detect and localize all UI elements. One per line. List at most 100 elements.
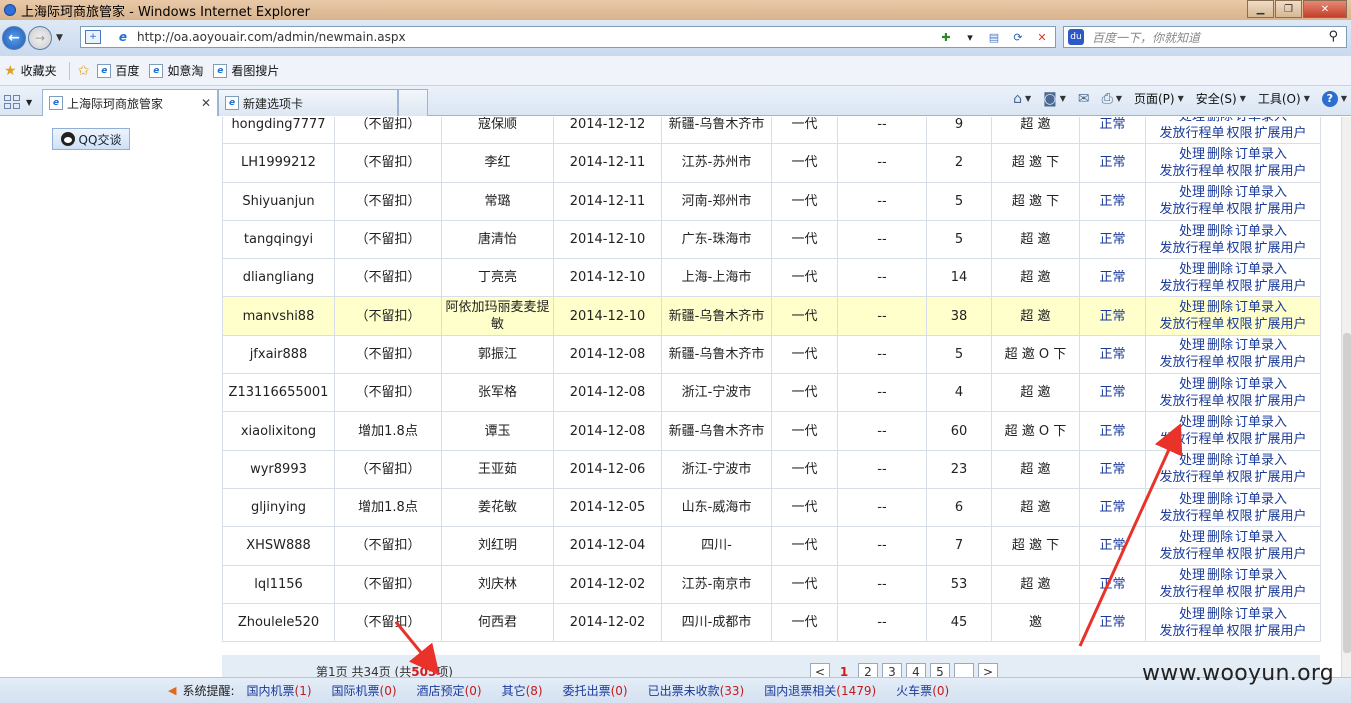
delete-link[interactable]: 删除 xyxy=(1207,492,1233,507)
order-entry-link[interactable]: 订单录入 xyxy=(1235,185,1287,200)
close-tab-icon[interactable]: ✕ xyxy=(201,96,211,110)
tab-list-dropdown-icon[interactable]: ▼ xyxy=(26,98,32,107)
tab-new[interactable]: e 新建选项卡 xyxy=(218,89,398,116)
table-cell[interactable]: 正常 xyxy=(1099,500,1125,515)
process-link[interactable]: 处理 xyxy=(1179,300,1205,315)
delete-link[interactable]: 删除 xyxy=(1207,262,1233,277)
extended-user-link[interactable]: 扩展用户 xyxy=(1255,624,1307,639)
extended-user-link[interactable]: 扩展用户 xyxy=(1255,509,1307,524)
delete-link[interactable]: 删除 xyxy=(1207,415,1233,430)
table-cell[interactable]: 正常 xyxy=(1099,270,1125,285)
extended-user-link[interactable]: 扩展用户 xyxy=(1255,585,1307,600)
extended-user-link[interactable]: 扩展用户 xyxy=(1255,202,1307,217)
permission-link[interactable]: 权限 xyxy=(1226,317,1252,332)
process-link[interactable]: 处理 xyxy=(1179,224,1205,239)
process-link[interactable]: 处理 xyxy=(1179,262,1205,277)
reminder-link[interactable]: 委托出票(0) xyxy=(563,682,628,699)
delete-link[interactable]: 删除 xyxy=(1207,530,1233,545)
order-entry-link[interactable]: 订单录入 xyxy=(1235,300,1287,315)
reminder-link[interactable]: 火车票(0) xyxy=(896,682,949,699)
table-cell[interactable]: 正常 xyxy=(1099,538,1125,553)
favorites-button[interactable]: ★ 收藏夹 xyxy=(4,62,57,79)
delete-link[interactable]: 删除 xyxy=(1207,377,1233,392)
url-field[interactable]: + e http://oa.aoyouair.com/admin/newmain… xyxy=(80,26,1056,48)
page-button[interactable]: 3 xyxy=(882,663,902,677)
page-scrollbar[interactable] xyxy=(1341,117,1351,677)
extended-user-link[interactable]: 扩展用户 xyxy=(1255,547,1307,562)
process-link[interactable]: 处理 xyxy=(1179,377,1205,392)
permission-link[interactable]: 权限 xyxy=(1226,126,1252,141)
table-cell[interactable]: 正常 xyxy=(1099,309,1125,324)
home-button[interactable]: ⌂ ▼ xyxy=(1013,91,1031,107)
permission-link[interactable]: 权限 xyxy=(1226,624,1252,639)
permission-link[interactable]: 权限 xyxy=(1226,394,1252,409)
issue-itinerary-link[interactable]: 发放行程单 xyxy=(1159,585,1224,600)
issue-itinerary-link[interactable]: 发放行程单 xyxy=(1159,126,1224,141)
process-link[interactable]: 处理 xyxy=(1179,415,1205,430)
favorite-link-ruyitao[interactable]: e 如意淘 xyxy=(149,62,203,79)
table-cell[interactable]: 正常 xyxy=(1099,462,1125,477)
order-entry-link[interactable]: 订单录入 xyxy=(1235,530,1287,545)
table-cell[interactable]: 正常 xyxy=(1099,155,1125,170)
page-button[interactable]: < xyxy=(810,663,830,677)
order-entry-link[interactable]: 订单录入 xyxy=(1235,224,1287,239)
page-button[interactable]: > xyxy=(978,663,998,677)
forward-button[interactable]: → xyxy=(28,26,52,50)
permission-link[interactable]: 权限 xyxy=(1226,470,1252,485)
issue-itinerary-link[interactable]: 发放行程单 xyxy=(1159,432,1224,447)
order-entry-link[interactable]: 订单录入 xyxy=(1235,415,1287,430)
issue-itinerary-link[interactable]: 发放行程单 xyxy=(1159,509,1224,524)
extended-user-link[interactable]: 扩展用户 xyxy=(1255,279,1307,294)
delete-link[interactable]: 删除 xyxy=(1207,607,1233,622)
extended-user-link[interactable]: 扩展用户 xyxy=(1255,241,1307,256)
history-dropdown-icon[interactable]: ▼ xyxy=(56,33,63,43)
order-entry-link[interactable]: 订单录入 xyxy=(1235,147,1287,162)
table-cell[interactable]: 正常 xyxy=(1099,424,1125,439)
new-tab-button[interactable] xyxy=(398,89,428,116)
page-button[interactable]: 5 xyxy=(930,663,950,677)
table-cell[interactable]: 正常 xyxy=(1099,194,1125,209)
tools-menu[interactable]: 工具(O) ▼ xyxy=(1258,90,1310,107)
issue-itinerary-link[interactable]: 发放行程单 xyxy=(1159,164,1224,179)
search-icon[interactable]: ⚲ xyxy=(1328,29,1338,44)
extended-user-link[interactable]: 扩展用户 xyxy=(1255,432,1307,447)
permission-link[interactable]: 权限 xyxy=(1226,164,1252,179)
order-entry-link[interactable]: 订单录入 xyxy=(1235,377,1287,392)
compatibility-view-icon[interactable]: ▤ xyxy=(985,28,1003,46)
page-button[interactable]: 1 xyxy=(834,663,854,677)
page-menu[interactable]: 页面(P) ▼ xyxy=(1134,90,1184,107)
table-cell[interactable]: 正常 xyxy=(1099,232,1125,247)
process-link[interactable]: 处理 xyxy=(1179,568,1205,583)
close-window-icon[interactable]: ✕ xyxy=(1303,0,1347,18)
issue-itinerary-link[interactable]: 发放行程单 xyxy=(1159,394,1224,409)
delete-link[interactable]: 删除 xyxy=(1207,147,1233,162)
issue-itinerary-link[interactable]: 发放行程单 xyxy=(1159,547,1224,562)
delete-link[interactable]: 删除 xyxy=(1207,300,1233,315)
reminder-link[interactable]: 酒店预定(0) xyxy=(417,682,482,699)
qq-chat-button[interactable]: QQ交谈 xyxy=(52,128,130,150)
permission-link[interactable]: 权限 xyxy=(1226,509,1252,524)
tab-main[interactable]: e 上海际珂商旅管家 ✕ xyxy=(42,89,218,116)
permission-link[interactable]: 权限 xyxy=(1226,585,1252,600)
refresh-icon[interactable]: ⟳ xyxy=(1009,28,1027,46)
order-entry-link[interactable]: 订单录入 xyxy=(1235,338,1287,353)
table-cell[interactable]: 正常 xyxy=(1099,347,1125,362)
minimize-icon[interactable]: ▁ xyxy=(1247,0,1274,18)
order-entry-link[interactable]: 订单录入 xyxy=(1235,117,1287,124)
process-link[interactable]: 处理 xyxy=(1179,530,1205,545)
print-button[interactable]: ⎙ ▼ xyxy=(1102,91,1122,107)
stop-icon[interactable]: ✕ xyxy=(1033,28,1051,46)
issue-itinerary-link[interactable]: 发放行程单 xyxy=(1159,624,1224,639)
dropdown-icon[interactable]: ▾ xyxy=(961,28,979,46)
delete-link[interactable]: 删除 xyxy=(1207,453,1233,468)
extended-user-link[interactable]: 扩展用户 xyxy=(1255,470,1307,485)
favorite-link-kantu[interactable]: e 看图搜片 xyxy=(213,62,279,79)
order-entry-link[interactable]: 订单录入 xyxy=(1235,262,1287,277)
extended-user-link[interactable]: 扩展用户 xyxy=(1255,317,1307,332)
order-entry-link[interactable]: 订单录入 xyxy=(1235,453,1287,468)
issue-itinerary-link[interactable]: 发放行程单 xyxy=(1159,317,1224,332)
reminder-link[interactable]: 国内退票相关(1479) xyxy=(764,682,876,699)
page-button[interactable] xyxy=(954,663,974,677)
process-link[interactable]: 处理 xyxy=(1179,185,1205,200)
delete-link[interactable]: 删除 xyxy=(1207,338,1233,353)
